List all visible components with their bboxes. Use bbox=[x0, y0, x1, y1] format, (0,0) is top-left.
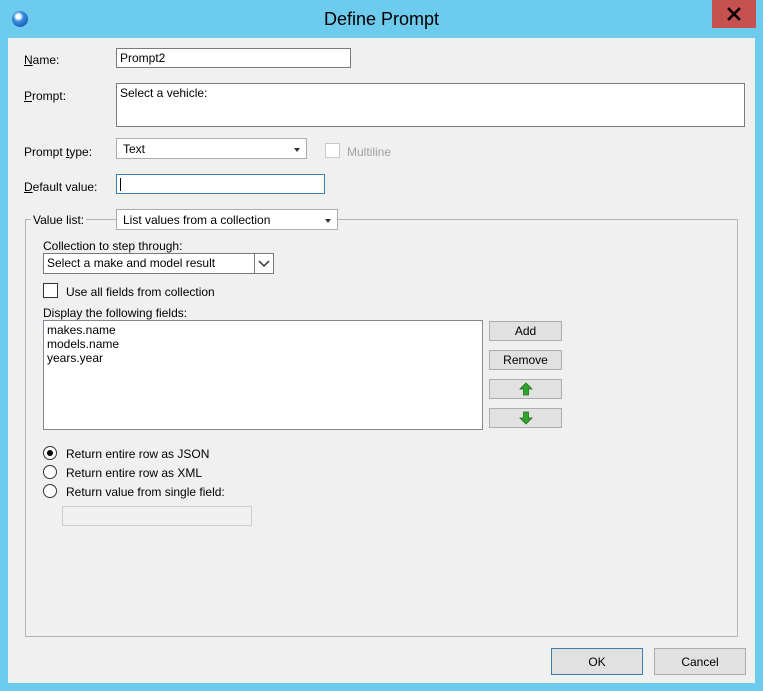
prompt-label: Prompt: bbox=[24, 89, 67, 103]
return-json-radio[interactable] bbox=[43, 446, 57, 460]
name-label: Name: bbox=[24, 53, 60, 67]
value-list-mode-value: List values from a collection bbox=[123, 213, 271, 227]
value-list-label: Value list: bbox=[31, 213, 87, 227]
value-list-mode-select[interactable]: List values from a collection bbox=[116, 209, 338, 230]
define-prompt-window: Define Prompt Name: Prompt2 Prompt: Sele… bbox=[0, 0, 763, 691]
single-field-input[interactable] bbox=[62, 506, 252, 526]
return-single-field-label: Return value from single field: bbox=[66, 485, 225, 499]
multiline-checkbox[interactable] bbox=[325, 143, 340, 158]
return-xml-radio[interactable] bbox=[43, 465, 57, 479]
close-button[interactable] bbox=[712, 0, 756, 28]
dialog-client-area: Name: Prompt2 Prompt: Select a vehicle: … bbox=[8, 38, 755, 683]
collection-dropdown-button[interactable] bbox=[254, 254, 273, 273]
prompt-input[interactable]: Select a vehicle: bbox=[116, 83, 745, 127]
close-icon bbox=[727, 7, 741, 21]
default-value-input[interactable] bbox=[116, 174, 325, 194]
list-item[interactable]: years.year bbox=[47, 351, 479, 365]
list-item[interactable]: models.name bbox=[47, 337, 479, 351]
collection-label: Collection to step through: bbox=[43, 239, 183, 253]
dropdown-arrow-icon bbox=[294, 148, 300, 152]
return-single-field-radio[interactable] bbox=[43, 484, 57, 498]
remove-button[interactable]: Remove bbox=[489, 350, 562, 370]
ok-button[interactable]: OK bbox=[551, 648, 643, 675]
collection-value: Select a make and model result bbox=[47, 256, 216, 270]
display-fields-label: Display the following fields: bbox=[43, 306, 188, 320]
add-button[interactable]: Add bbox=[489, 321, 562, 341]
return-json-label: Return entire row as JSON bbox=[66, 447, 210, 461]
prompt-type-label: Prompt type: bbox=[24, 145, 93, 159]
name-input[interactable]: Prompt2 bbox=[116, 48, 351, 68]
arrow-up-icon bbox=[518, 382, 533, 396]
text-cursor bbox=[120, 178, 121, 192]
dropdown-arrow-icon bbox=[325, 219, 331, 223]
list-item[interactable]: makes.name bbox=[47, 323, 479, 337]
cancel-button[interactable]: Cancel bbox=[654, 648, 746, 675]
use-all-fields-label: Use all fields from collection bbox=[66, 285, 215, 299]
arrow-down-icon bbox=[518, 411, 533, 425]
chevron-down-icon bbox=[258, 260, 270, 268]
multiline-label: Multiline bbox=[347, 145, 392, 159]
use-all-fields-checkbox[interactable] bbox=[43, 283, 58, 298]
move-up-button[interactable] bbox=[489, 379, 562, 399]
prompt-type-select[interactable]: Text bbox=[116, 138, 307, 159]
window-title: Define Prompt bbox=[323, 9, 440, 29]
fields-listbox[interactable]: makes.name models.name years.year bbox=[43, 320, 483, 430]
default-value-label: Default value: bbox=[24, 180, 98, 194]
prompt-type-value: Text bbox=[123, 142, 146, 156]
return-xml-label: Return entire row as XML bbox=[66, 466, 203, 480]
collection-select[interactable]: Select a make and model result bbox=[43, 253, 274, 274]
title-bar[interactable]: Define Prompt bbox=[0, 0, 763, 38]
move-down-button[interactable] bbox=[489, 408, 562, 428]
